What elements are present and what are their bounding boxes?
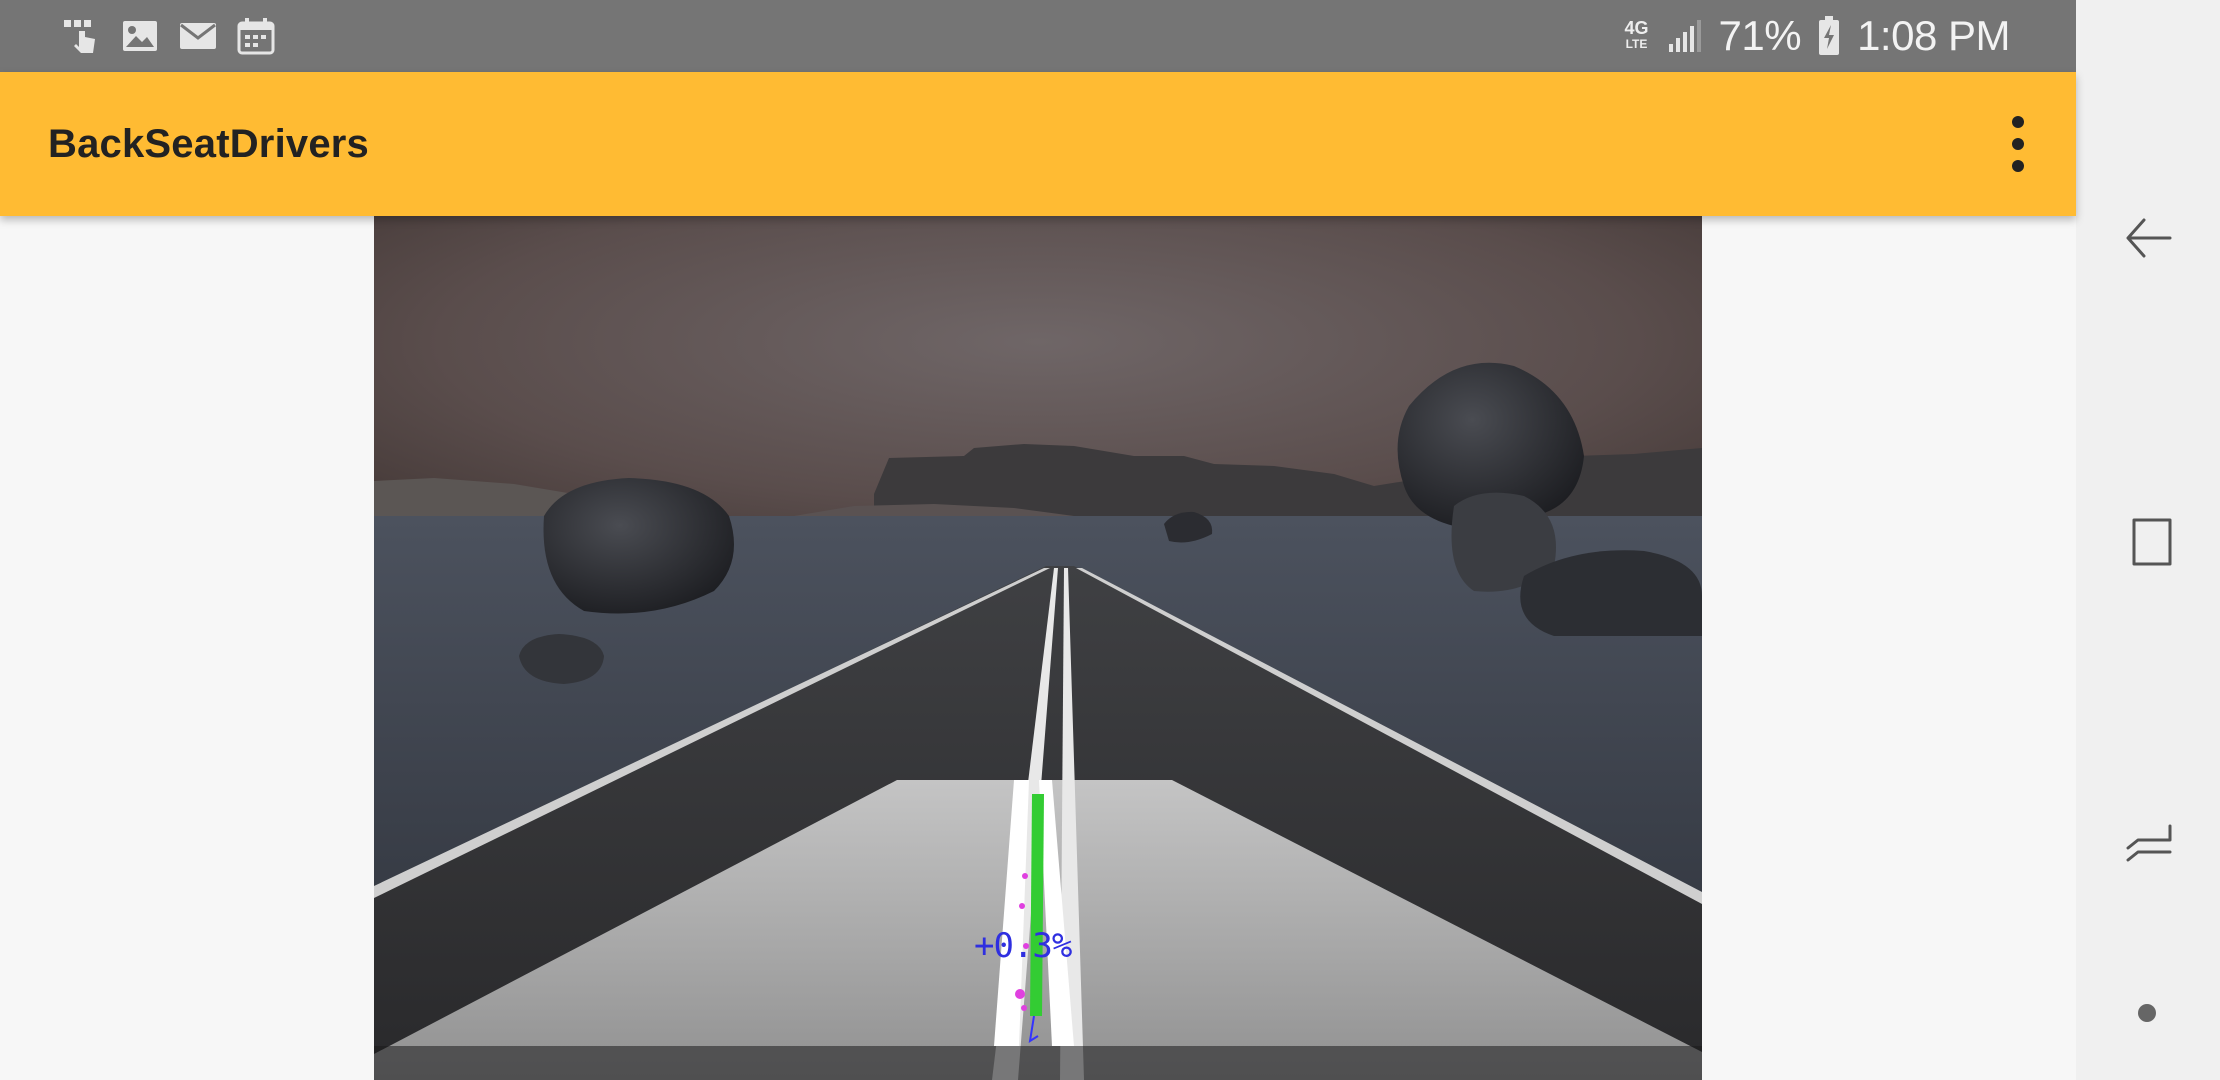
back-icon — [2126, 218, 2172, 258]
gallery-icon — [123, 21, 157, 51]
app-bar: BackSeatDrivers — [0, 72, 2076, 216]
lane-center-overlay — [1030, 794, 1044, 1016]
status-bar: 4G LTE 71% 1:08 PM — [0, 0, 2076, 72]
assistant-dot-icon — [2138, 1004, 2156, 1022]
voicemail-icon — [64, 20, 95, 53]
assistant-dot-button[interactable] — [2120, 984, 2178, 1042]
status-clock: 1:08 PM — [1857, 12, 2010, 59]
camera-feed: +0.3% — [374, 216, 1702, 1080]
navigation-bar — [2076, 0, 2220, 1080]
battery-percent: 71% — [1718, 12, 1802, 59]
battery-charging-icon — [1819, 16, 1840, 55]
network-type: 4G LTE — [1624, 18, 1649, 52]
home-button[interactable] — [2120, 820, 2178, 878]
home-icon — [2126, 824, 2172, 862]
signal-icon — [1668, 20, 1701, 52]
mail-icon — [180, 23, 216, 49]
recents-icon — [2126, 518, 2172, 570]
notification-icons — [62, 14, 276, 58]
lane-offset-label: +0.3% — [974, 926, 1072, 966]
app-title: BackSeatDrivers — [48, 122, 369, 166]
recents-button[interactable] — [2120, 514, 2178, 572]
overflow-menu-button[interactable] — [2006, 112, 2030, 176]
back-button[interactable] — [2120, 210, 2178, 268]
system-status: 4G LTE 71% 1:08 PM — [1625, 0, 2011, 72]
calendar-icon — [237, 18, 275, 55]
phone-screen: 4G LTE 71% 1:08 PM BackSeatDrivers +0.3% — [0, 0, 2220, 1080]
more-vert-icon — [2012, 116, 2024, 172]
network-type-label: 4G — [1624, 18, 1649, 38]
network-sub-label: LTE — [1625, 37, 1648, 51]
